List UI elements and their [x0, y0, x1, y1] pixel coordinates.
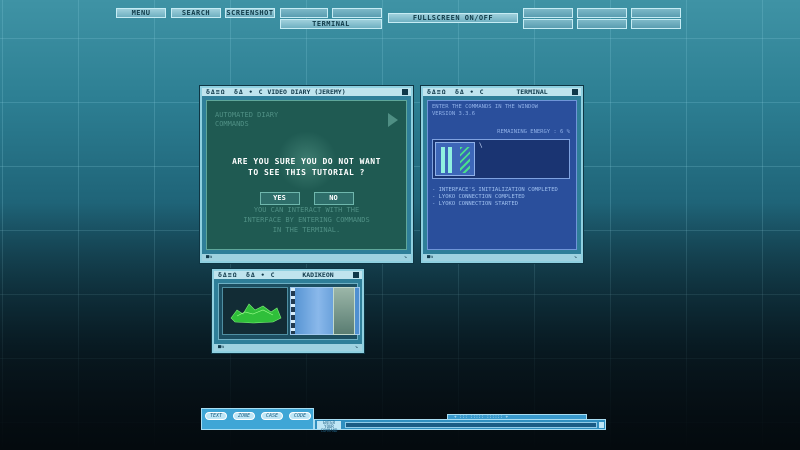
footer-line: INTERFACE BY ENTERING COMMANDS: [243, 216, 370, 224]
kadikeon-window[interactable]: δΔ≡Ω δΔ • С KADIKEON ■⇆ ↘: [212, 269, 364, 353]
kadikeon-screen: [218, 283, 360, 340]
kadikeon-titlebar[interactable]: δΔ≡Ω δΔ • С KADIKEON: [214, 271, 362, 279]
footer-line: YOU CAN INTERACT WITH THE: [253, 206, 360, 214]
video-diary-title: VIDEO DIARY (JEREMY): [267, 88, 346, 96]
command-label: ENTER YOUR COMMAND: [317, 421, 341, 433]
top-blank-button-1[interactable]: [280, 8, 328, 18]
top-blank-button-4[interactable]: [577, 8, 627, 18]
window-glyphs-2: δΔ • С: [455, 88, 485, 96]
close-icon[interactable]: [402, 89, 408, 95]
command-submit-icon[interactable]: [599, 422, 604, 428]
terminal-input[interactable]: \: [479, 142, 483, 149]
window-glyphs-2: δΔ • С: [246, 271, 276, 279]
tutorial-dialog: ARE YOU SURE YOU DO NOT WANT TO SEE THIS…: [207, 156, 406, 205]
play-icon[interactable]: [388, 113, 398, 127]
close-icon[interactable]: [353, 272, 359, 278]
terminal-statusbar: ■⇆ ↘: [423, 254, 581, 261]
video-diary-footer: YOU CAN INTERACT WITH THE INTERFACE BY E…: [207, 205, 406, 235]
search-button[interactable]: SEARCH: [171, 8, 221, 18]
no-button[interactable]: NO: [313, 192, 354, 205]
footer-line: IN THE TERMINAL.: [272, 226, 341, 234]
terminal-log: - INTERFACE'S INITIALIZATION COMPLETED -…: [432, 187, 558, 208]
fullscreen-button[interactable]: FULLSCREEN ON/OFF: [388, 13, 518, 23]
terrain-svg: [230, 303, 282, 324]
terminal-hint: ENTER THE COMMANDS IN THE WINDOW VERSION…: [432, 104, 538, 118]
video-diary-header: AUTOMATED DIARY COMMANDS: [215, 111, 278, 129]
top-blank-button-5[interactable]: [631, 8, 681, 18]
top-blank-button-3[interactable]: [523, 8, 573, 18]
dialog-question-line: ARE YOU SURE YOU DO NOT WANT: [232, 157, 381, 166]
hint-line: ENTER THE COMMANDS IN THE WINDOW: [432, 104, 538, 110]
dna-icon: [460, 147, 470, 173]
top-blank-button-2[interactable]: [332, 8, 382, 18]
energy-readout: REMAINING ENERGY : 6 %: [497, 129, 570, 135]
case-button[interactable]: CASE: [261, 412, 283, 420]
video-diary-statusbar: ■⇆ ↘: [202, 254, 411, 261]
pause-bar: [448, 147, 452, 173]
terminal-button[interactable]: TERMINAL: [280, 19, 382, 29]
terminal-screen: ENTER THE COMMANDS IN THE WINDOW VERSION…: [427, 100, 577, 250]
top-blank-button-7[interactable]: [577, 19, 627, 29]
video-diary-screen: AUTOMATED DIARY COMMANDS ARE YOU SURE YO…: [206, 100, 407, 250]
resize-right-icon[interactable]: ↘: [355, 344, 358, 351]
top-blank-button-8[interactable]: [631, 19, 681, 29]
video-diary-window[interactable]: δΔ≡Ω δΔ • С VIDEO DIARY (JEREMY) AUTOMAT…: [200, 86, 413, 263]
kadikeon-statusbar: ■⇆ ↘: [214, 344, 362, 351]
command-bar: ENTER YOUR COMMAND: [314, 419, 606, 433]
resize-left-icon[interactable]: ■⇆: [427, 254, 433, 261]
command-input[interactable]: [345, 422, 597, 428]
code-button[interactable]: CODE: [289, 412, 311, 420]
log-line: - INTERFACE'S INITIALIZATION COMPLETED: [432, 187, 558, 193]
terrain-map[interactable]: [222, 287, 288, 335]
yes-button[interactable]: YES: [259, 192, 300, 205]
log-line: - LYOKO CONNECTION COMPLETED: [432, 194, 525, 200]
resize-right-icon[interactable]: ↘: [574, 254, 577, 261]
video-diary-titlebar[interactable]: δΔ≡Ω δΔ • С VIDEO DIARY (JEREMY): [202, 88, 411, 96]
window-glyphs: δΔ≡Ω: [427, 88, 447, 96]
terminal-window[interactable]: δΔ≡Ω δΔ • С TERMINAL ENTER THE COMMANDS …: [421, 86, 583, 263]
terminal-titlebar[interactable]: δΔ≡Ω δΔ • С TERMINAL: [423, 88, 581, 96]
header-line: COMMANDS: [215, 120, 249, 128]
film-holes: [291, 288, 295, 334]
kadikeon-title: KADIKEON: [302, 271, 334, 279]
zone-button[interactable]: ZONE: [233, 412, 255, 420]
window-glyphs: δΔ≡Ω: [218, 271, 238, 279]
hint-line: VERSION 3.3.6: [432, 111, 476, 117]
close-icon[interactable]: [572, 89, 578, 95]
text-button[interactable]: TEXT: [205, 412, 227, 420]
resize-left-icon[interactable]: ■⇆: [218, 344, 224, 351]
screenshot-button[interactable]: SCREENSHOT: [225, 8, 275, 18]
terminal-input-area[interactable]: \: [432, 139, 570, 179]
pause-bar: [441, 147, 445, 173]
header-line: AUTOMATED DIARY: [215, 111, 279, 119]
terminal-title: TERMINAL: [516, 88, 548, 96]
pause-dna-icon: [435, 142, 475, 176]
top-blank-button-6[interactable]: [523, 19, 573, 29]
robot-image: [333, 287, 355, 335]
resize-right-icon[interactable]: ↘: [404, 254, 407, 261]
log-line: - LYOKO CONNECTION STARTED: [432, 201, 519, 207]
menu-button[interactable]: MENU: [116, 8, 166, 18]
resize-left-icon[interactable]: ■⇆: [206, 254, 212, 261]
bottom-taskbar: TEXT ZONE CASE CODE: [201, 408, 314, 430]
dialog-question-line: TO SEE THIS TUTORIAL ?: [248, 168, 365, 177]
